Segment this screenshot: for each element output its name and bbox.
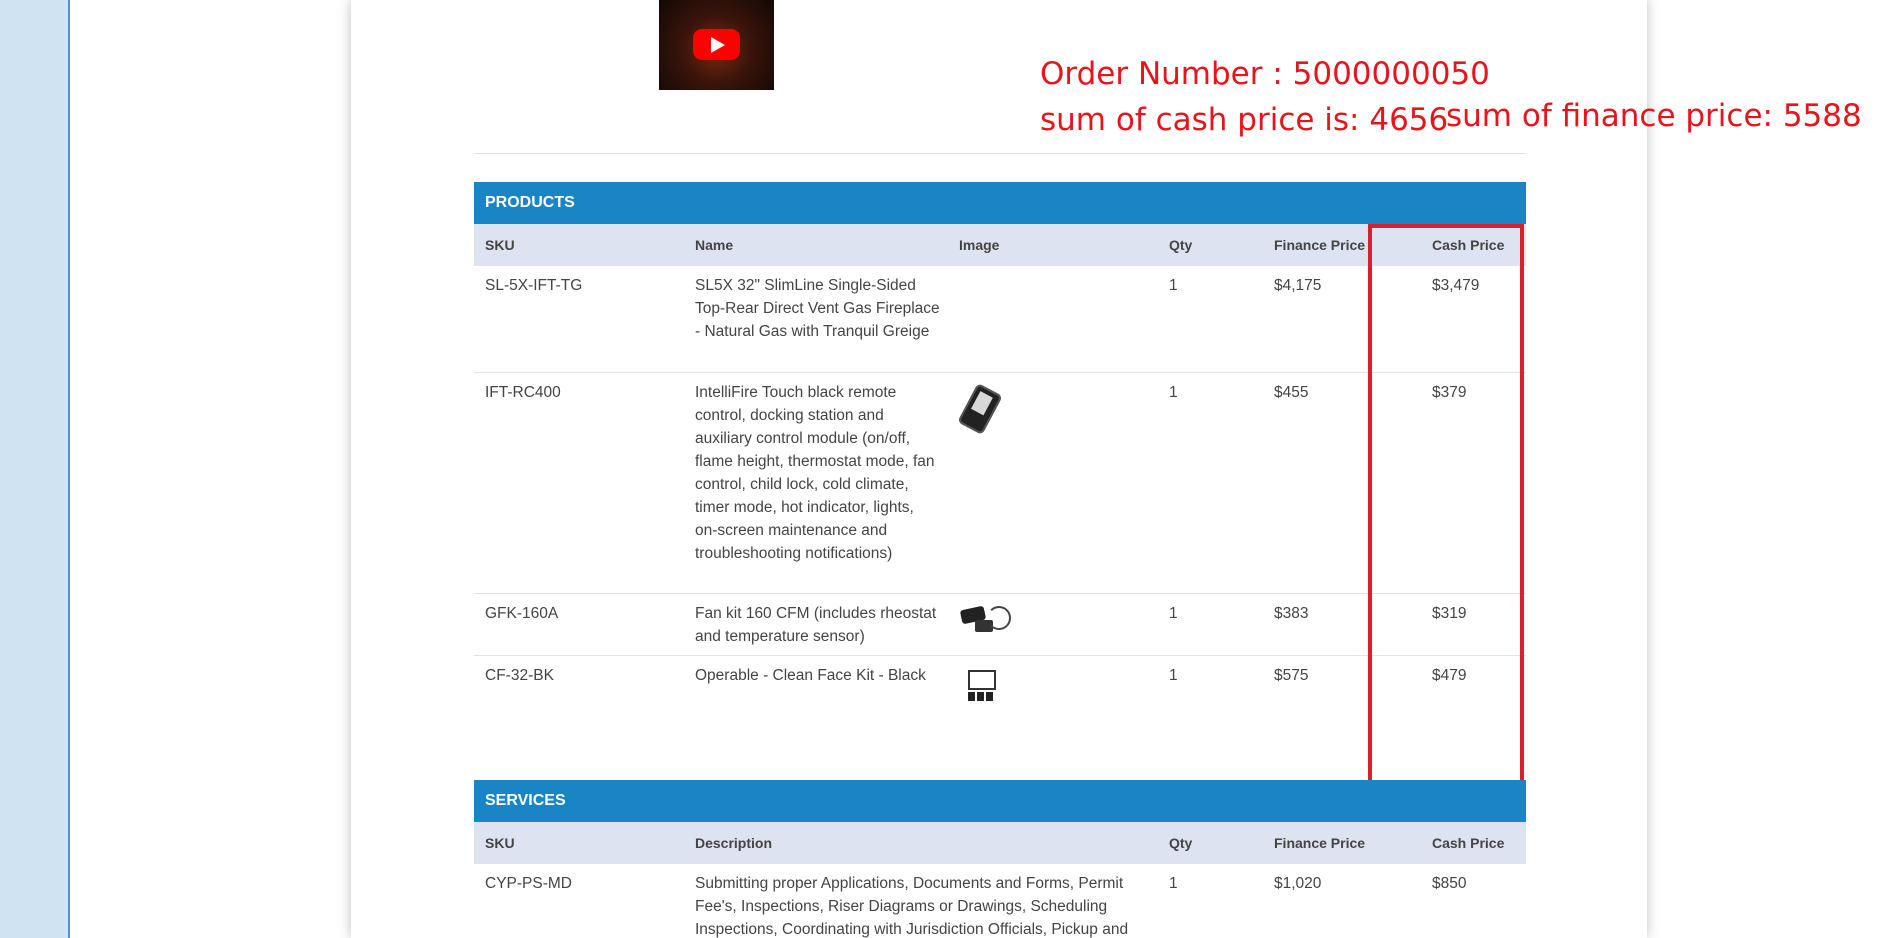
cash-price-cell: $319 <box>1432 605 1467 622</box>
sku-cell: CYP-PS-MD <box>485 875 572 892</box>
qty-cell: 1 <box>1169 384 1178 401</box>
description-cell: Submitting proper Applications, Document… <box>695 875 1129 938</box>
sku-cell: SL-5X-IFT-TG <box>485 277 583 294</box>
fan-kit-image <box>959 604 1011 636</box>
table-row: CYP-PS-MD Submitting proper Applications… <box>474 864 1526 938</box>
services-section-header: SERVICES <box>474 780 1526 822</box>
qty-cell: 1 <box>1169 605 1178 622</box>
left-side-panel <box>0 0 70 938</box>
sku-cell: CF-32-BK <box>485 667 554 684</box>
sku-cell: GFK-160A <box>485 605 559 622</box>
services-column-header-row: SKU Description Qty Finance Price Cash P… <box>474 822 1526 864</box>
cash-sum-annotation: sum of cash price is: 4656 <box>1040 102 1449 138</box>
page-background-right <box>1648 0 1896 938</box>
finance-sum-annotation: sum of finance price: 5588 <box>1446 98 1862 134</box>
order-number-annotation: Order Number : 5000000050 <box>1040 56 1490 92</box>
products-column-header-row: SKU Name Image Qty Finance Price Cash Pr… <box>474 224 1526 266</box>
column-header-sku: SKU <box>485 237 515 253</box>
column-header-finance-price: Finance Price <box>1274 237 1366 253</box>
qty-cell: 1 <box>1169 277 1178 294</box>
column-header-image: Image <box>959 237 1000 253</box>
column-header-finance-price: Finance Price <box>1274 835 1366 851</box>
column-header-name: Name <box>695 237 734 253</box>
finance-price-cell: $455 <box>1274 384 1309 401</box>
finance-price-cell: $1,020 <box>1274 875 1322 892</box>
cash-price-cell: $850 <box>1432 875 1467 892</box>
column-header-description: Description <box>695 835 773 851</box>
column-header-cash-price: Cash Price <box>1432 237 1505 253</box>
column-header-sku: SKU <box>485 835 515 851</box>
clean-face-kit-image <box>966 670 996 704</box>
table-row: CF-32-BK Operable - Clean Face Kit - Bla… <box>474 656 1526 776</box>
youtube-play-icon[interactable] <box>693 29 740 60</box>
finance-price-cell: $383 <box>1274 605 1309 622</box>
table-row: GFK-160A Fan kit 160 CFM (includes rheos… <box>474 594 1526 656</box>
name-cell: IntelliFire Touch black remote control, … <box>695 384 935 562</box>
name-cell: Fan kit 160 CFM (includes rheostat and t… <box>695 605 937 645</box>
table-row: IFT-RC400 IntelliFire Touch black remote… <box>474 373 1526 594</box>
cash-price-cell: $379 <box>1432 384 1467 401</box>
name-cell: SL5X 32" SlimLine Single-Sided Top-Rear … <box>695 277 940 340</box>
cash-price-cell: $3,479 <box>1432 277 1480 294</box>
remote-control-image <box>957 383 1003 435</box>
name-cell: Operable - Clean Face Kit - Black <box>695 667 926 684</box>
qty-cell: 1 <box>1169 667 1178 684</box>
sku-cell: IFT-RC400 <box>485 384 561 401</box>
column-header-cash-price: Cash Price <box>1432 835 1505 851</box>
divider <box>474 153 1526 154</box>
finance-price-cell: $575 <box>1274 667 1309 684</box>
column-header-qty: Qty <box>1169 835 1193 851</box>
video-thumbnail[interactable] <box>659 0 774 90</box>
column-header-qty: Qty <box>1169 237 1193 253</box>
finance-price-cell: $4,175 <box>1274 277 1322 294</box>
table-row: SL-5X-IFT-TG SL5X 32" SlimLine Single-Si… <box>474 266 1526 373</box>
products-section-header: PRODUCTS <box>474 182 1526 224</box>
page-background <box>70 0 350 938</box>
qty-cell: 1 <box>1169 875 1178 892</box>
cash-price-cell: $479 <box>1432 667 1467 684</box>
